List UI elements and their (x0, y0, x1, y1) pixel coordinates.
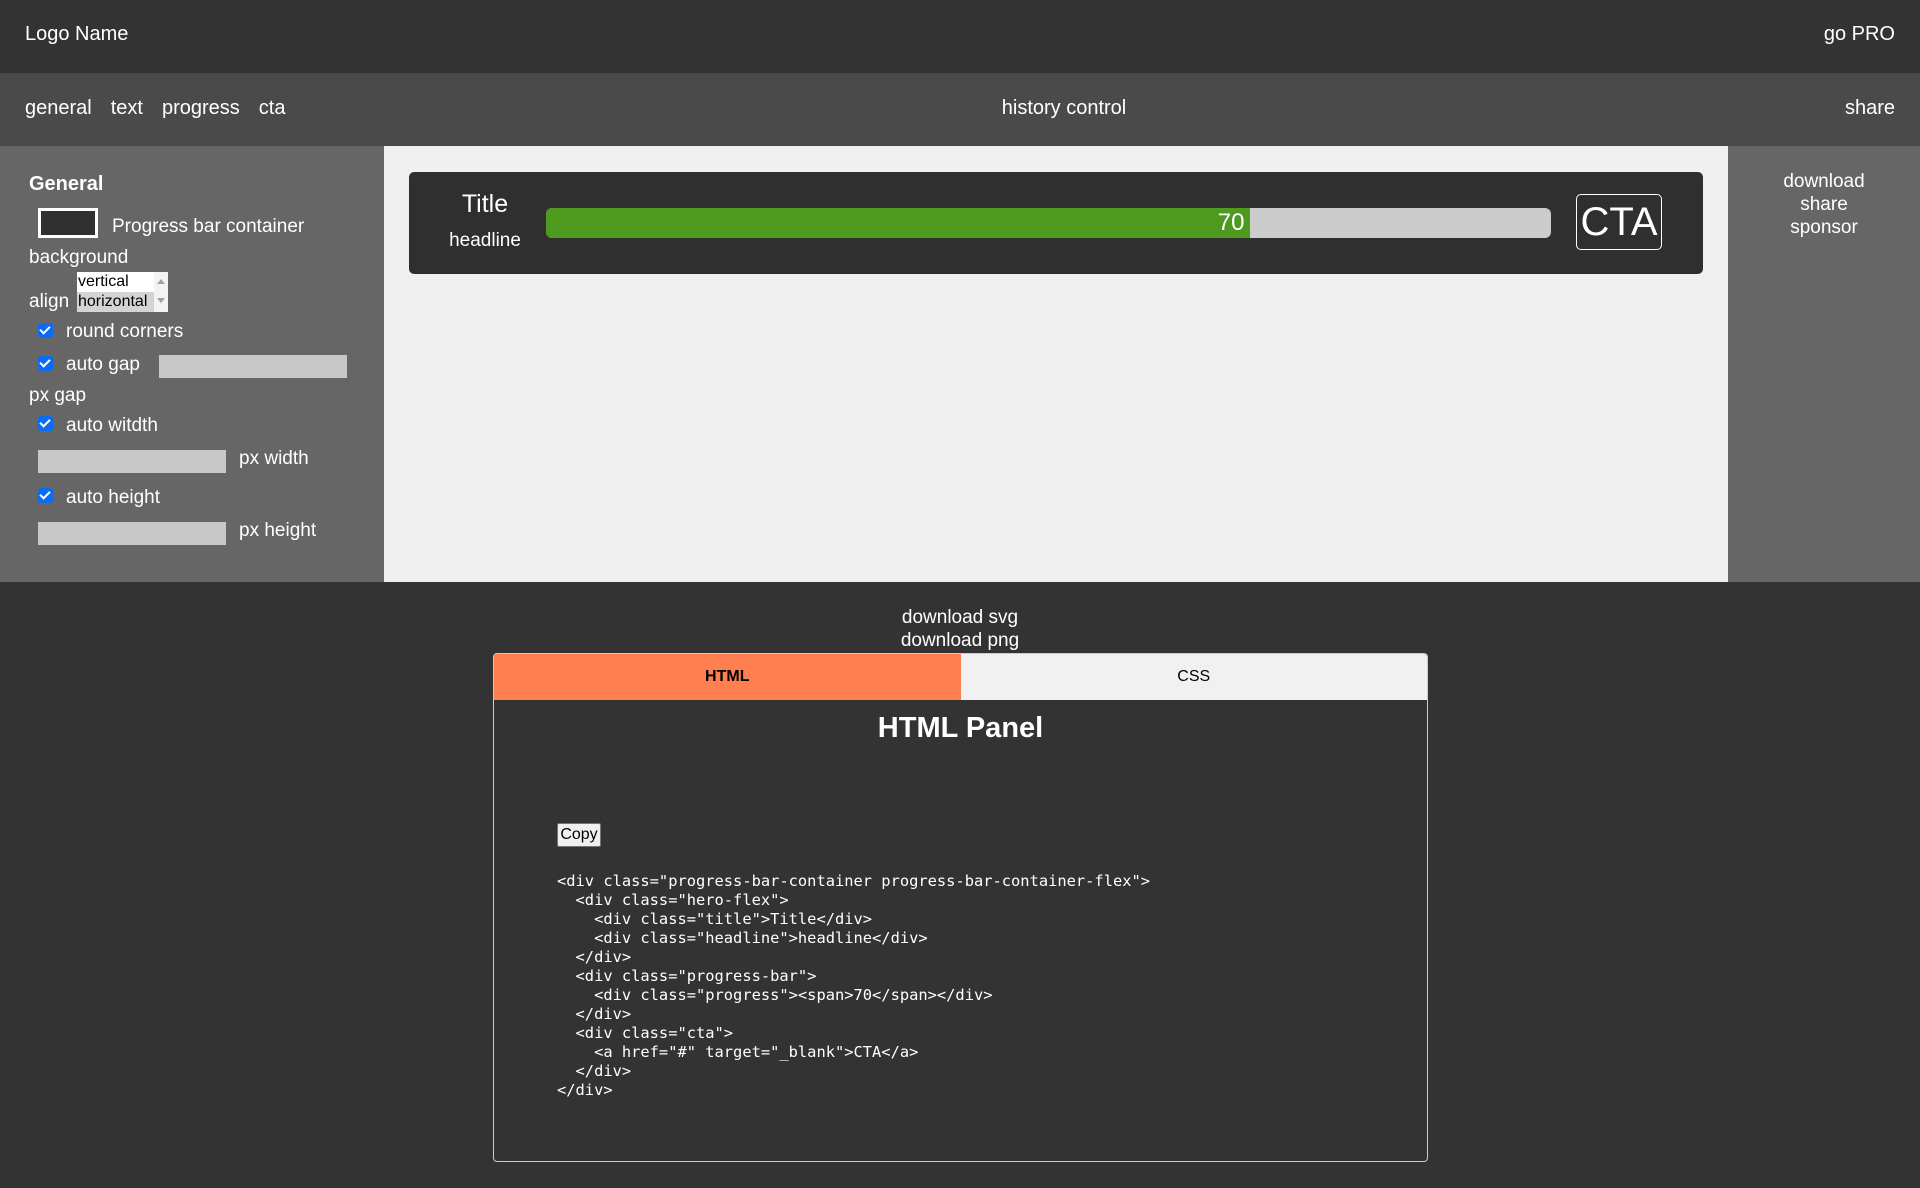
export-links: download svg download png (0, 606, 1920, 652)
auto-gap-checkbox[interactable] (38, 356, 53, 371)
sponsor-link[interactable]: sponsor (1728, 216, 1920, 239)
progress-track: 70 (546, 208, 1551, 238)
background-color-swatch[interactable] (38, 208, 98, 238)
right-panel: download share sponsor (1728, 146, 1920, 582)
cta-button[interactable]: CTA (1576, 194, 1662, 250)
progress-bar-container: Title headline 70 CTA (409, 172, 1703, 274)
download-svg-link[interactable]: download svg (902, 607, 1018, 628)
preview-headline: headline (449, 230, 521, 251)
nav-tab-text[interactable]: text (111, 97, 143, 120)
gap-input[interactable] (159, 355, 347, 378)
code-panel: HTML CSS HTML Panel Copy <div class="pro… (493, 653, 1428, 1162)
round-corners-label: round corners (66, 321, 184, 342)
auto-height-checkbox[interactable] (38, 488, 53, 503)
round-corners-checkbox[interactable] (38, 323, 53, 338)
width-input[interactable] (38, 450, 226, 473)
sidebar-heading: General (29, 173, 104, 195)
history-control[interactable]: history control (1002, 97, 1127, 119)
download-link[interactable]: download (1728, 170, 1920, 193)
progress-fill: 70 (546, 208, 1250, 238)
align-label: align (29, 291, 70, 312)
px-gap-label: px gap (29, 385, 87, 406)
px-width-label: px width (239, 448, 309, 469)
share-link-side[interactable]: share (1728, 193, 1920, 216)
nav-tab-general[interactable]: general (25, 97, 92, 120)
logo: Logo Name (25, 23, 129, 45)
height-input[interactable] (38, 522, 226, 545)
scroll-up-icon[interactable] (157, 279, 165, 284)
container-label: Progress bar container (112, 216, 305, 237)
preview-canvas: Title headline 70 CTA (384, 146, 1728, 582)
code-tabs: HTML CSS (494, 654, 1427, 700)
go-pro-link[interactable]: go PRO (1824, 23, 1895, 46)
preview-title: Title (461, 190, 509, 218)
copy-button[interactable]: Copy (557, 823, 601, 847)
align-select[interactable]: vertical horizontal (77, 272, 168, 312)
scroll-down-icon[interactable] (157, 298, 165, 303)
auto-gap-label: auto gap (66, 354, 140, 375)
tab-css[interactable]: CSS (960, 654, 1427, 700)
tab-html[interactable]: HTML (494, 654, 961, 700)
nav-tabs: general text progress cta (25, 97, 285, 120)
top-bar: Logo Name go PRO (0, 0, 1920, 73)
auto-width-checkbox[interactable] (38, 416, 53, 431)
auto-width-label: auto witdth (66, 415, 158, 436)
align-select-scrollbar[interactable] (154, 272, 168, 312)
nav-bar: general text progress cta history contro… (0, 73, 1920, 146)
auto-height-label: auto height (66, 487, 161, 508)
nav-tab-cta[interactable]: cta (259, 97, 286, 120)
download-png-link[interactable]: download png (901, 630, 1019, 651)
panel-title: HTML Panel (877, 712, 1044, 744)
share-link[interactable]: share (1845, 97, 1895, 120)
code-block: <div class="progress-bar-container progr… (557, 872, 1151, 1099)
px-height-label: px height (239, 520, 317, 541)
nav-tab-progress[interactable]: progress (162, 97, 240, 120)
progress-value: 70 (1217, 209, 1245, 236)
settings-sidebar: General Progress bar container backgroun… (0, 146, 384, 582)
background-label: background (29, 247, 129, 268)
